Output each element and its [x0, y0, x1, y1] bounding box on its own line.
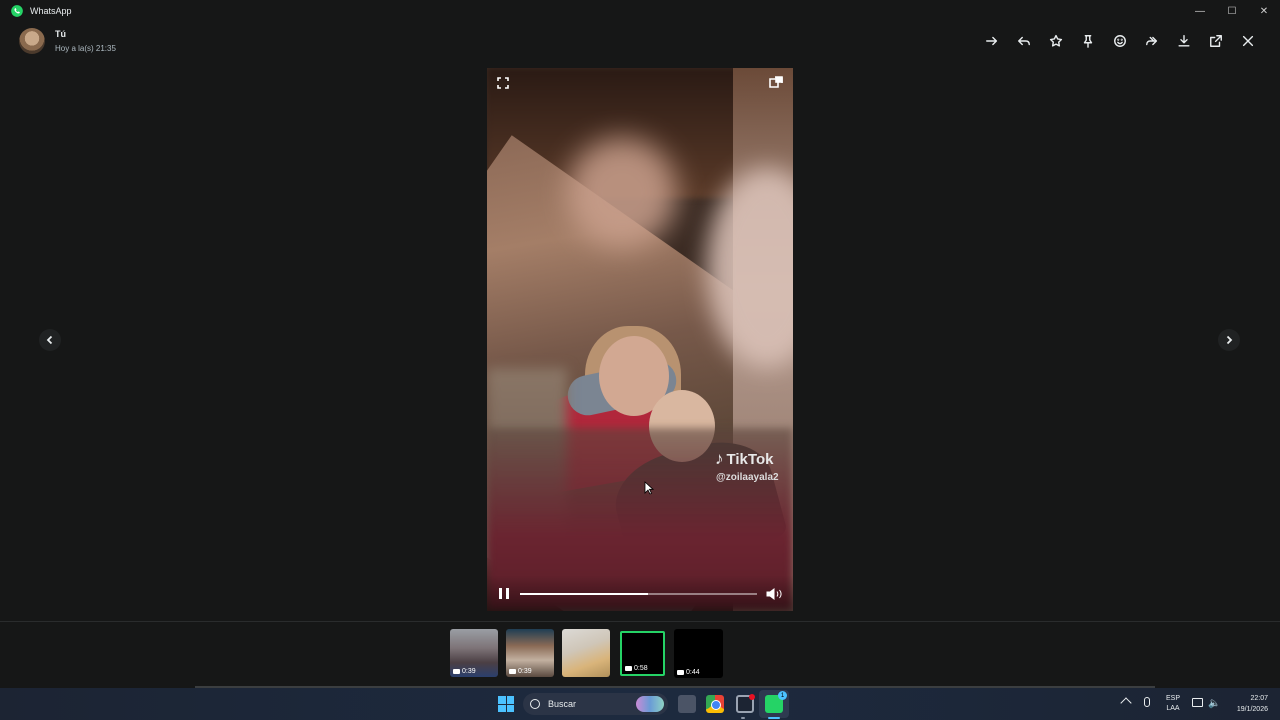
tiktok-brand-text: TikTok [726, 450, 774, 468]
clock-date: 19/1/2026 [1236, 706, 1268, 713]
video-duration: 0:44 [686, 669, 700, 676]
forward-button[interactable] [1136, 30, 1168, 52]
next-media-button[interactable] [1218, 329, 1240, 351]
windows-logo-icon [498, 696, 506, 704]
video-player[interactable]: ♪ TikTok @zoilaayala2 [487, 68, 793, 611]
react-button[interactable] [1104, 30, 1136, 52]
close-viewer-button[interactable] [1232, 30, 1264, 52]
media-thumbnail[interactable]: 0:44 [674, 629, 723, 678]
fullscreen-button[interactable] [497, 76, 509, 89]
avatar[interactable] [19, 28, 45, 54]
download-button[interactable] [1168, 30, 1200, 52]
maximize-button[interactable]: ☐ [1216, 0, 1248, 22]
video-duration: 0:58 [634, 665, 648, 672]
open-external-button[interactable] [1200, 30, 1232, 52]
previous-media-button[interactable] [39, 329, 61, 351]
message-timestamp: Hoy a la(s) 21:35 [55, 44, 116, 53]
picture-in-picture-icon [769, 76, 783, 88]
star-button[interactable] [1040, 30, 1072, 52]
media-thumbnail[interactable]: 0:39 [450, 629, 498, 677]
tiktok-handle: @zoilaayala2 [716, 472, 779, 483]
taskbar-app-file-explorer[interactable] [678, 695, 696, 713]
clock-time: 22:07 [1250, 695, 1268, 702]
title-bar: WhatsApp — ☐ ✕ [0, 0, 1280, 22]
video-camera-icon [625, 666, 632, 671]
pause-button[interactable] [499, 588, 509, 599]
media-thumbnail-strip: 0:39 0:39 0:58 0:44 [0, 621, 1280, 687]
media-thumbnail-selected[interactable]: 0:58 [620, 631, 665, 676]
video-progress-fill [520, 593, 648, 595]
microphone-icon[interactable] [1144, 697, 1150, 707]
tiktok-note-icon: ♪ [715, 449, 724, 468]
video-duration: 0:39 [462, 668, 476, 675]
mouse-cursor-icon [644, 481, 654, 495]
show-hidden-icons-button[interactable] [1120, 697, 1132, 709]
reply-icon [1018, 36, 1030, 46]
speaker-icon [766, 588, 782, 600]
volume-tray-icon[interactable]: 🔈 [1208, 698, 1220, 709]
chevron-right-icon [1226, 335, 1233, 345]
chevron-left-icon [46, 335, 53, 345]
forward-icon [1146, 36, 1158, 46]
download-icon [1178, 35, 1190, 47]
reply-button[interactable] [1008, 30, 1040, 52]
whatsapp-unread-badge: 1 [778, 691, 787, 700]
whatsapp-logo-icon [11, 5, 23, 17]
taskbar-app-chrome[interactable] [706, 695, 724, 713]
windows-taskbar: Buscar 1 ESP LAA 🔈 22:07 19/1/2026 [0, 688, 1280, 720]
search-icon [530, 699, 540, 709]
star-icon [1049, 34, 1063, 47]
taskbar-app-other[interactable] [736, 694, 755, 713]
fullscreen-icon [497, 77, 509, 89]
media-thumbnail[interactable] [562, 629, 610, 677]
media-viewer-header: Tú Hoy a la(s) 21:35 [0, 22, 1280, 62]
video-camera-icon [453, 669, 460, 674]
pause-icon [499, 588, 502, 599]
search-highlight-icon [636, 696, 664, 712]
volume-button[interactable] [766, 587, 784, 600]
external-link-icon [1210, 35, 1222, 47]
close-window-button[interactable]: ✕ [1248, 0, 1280, 22]
video-controls [487, 575, 793, 611]
minimize-button[interactable]: — [1184, 0, 1216, 22]
sender-name: Tú [55, 29, 66, 39]
system-clock[interactable]: 22:07 19/1/2026 [1224, 693, 1268, 715]
emoji-icon [1114, 35, 1126, 47]
search-label: Buscar [548, 699, 577, 709]
close-icon [1242, 35, 1254, 47]
taskbar-app-whatsapp[interactable]: 1 [765, 691, 787, 713]
video-progress-bar[interactable] [520, 593, 757, 595]
video-camera-icon [677, 670, 684, 675]
pin-icon [1083, 35, 1093, 48]
start-button[interactable] [498, 696, 514, 712]
picture-in-picture-button[interactable] [769, 75, 783, 88]
notification-dot [749, 694, 755, 700]
video-camera-icon [509, 669, 516, 674]
input-language-indicator[interactable]: ESP LAA [1164, 694, 1182, 714]
network-icon[interactable] [1192, 698, 1203, 707]
go-to-message-button[interactable] [976, 30, 1008, 52]
taskbar-search[interactable]: Buscar [523, 693, 668, 715]
media-thumbnail[interactable]: 0:39 [506, 629, 554, 677]
tiktok-watermark: ♪ TikTok [715, 449, 773, 469]
arrow-right-icon [986, 36, 998, 46]
app-title: WhatsApp [30, 6, 72, 16]
video-duration: 0:39 [518, 668, 532, 675]
pin-button[interactable] [1072, 30, 1104, 52]
